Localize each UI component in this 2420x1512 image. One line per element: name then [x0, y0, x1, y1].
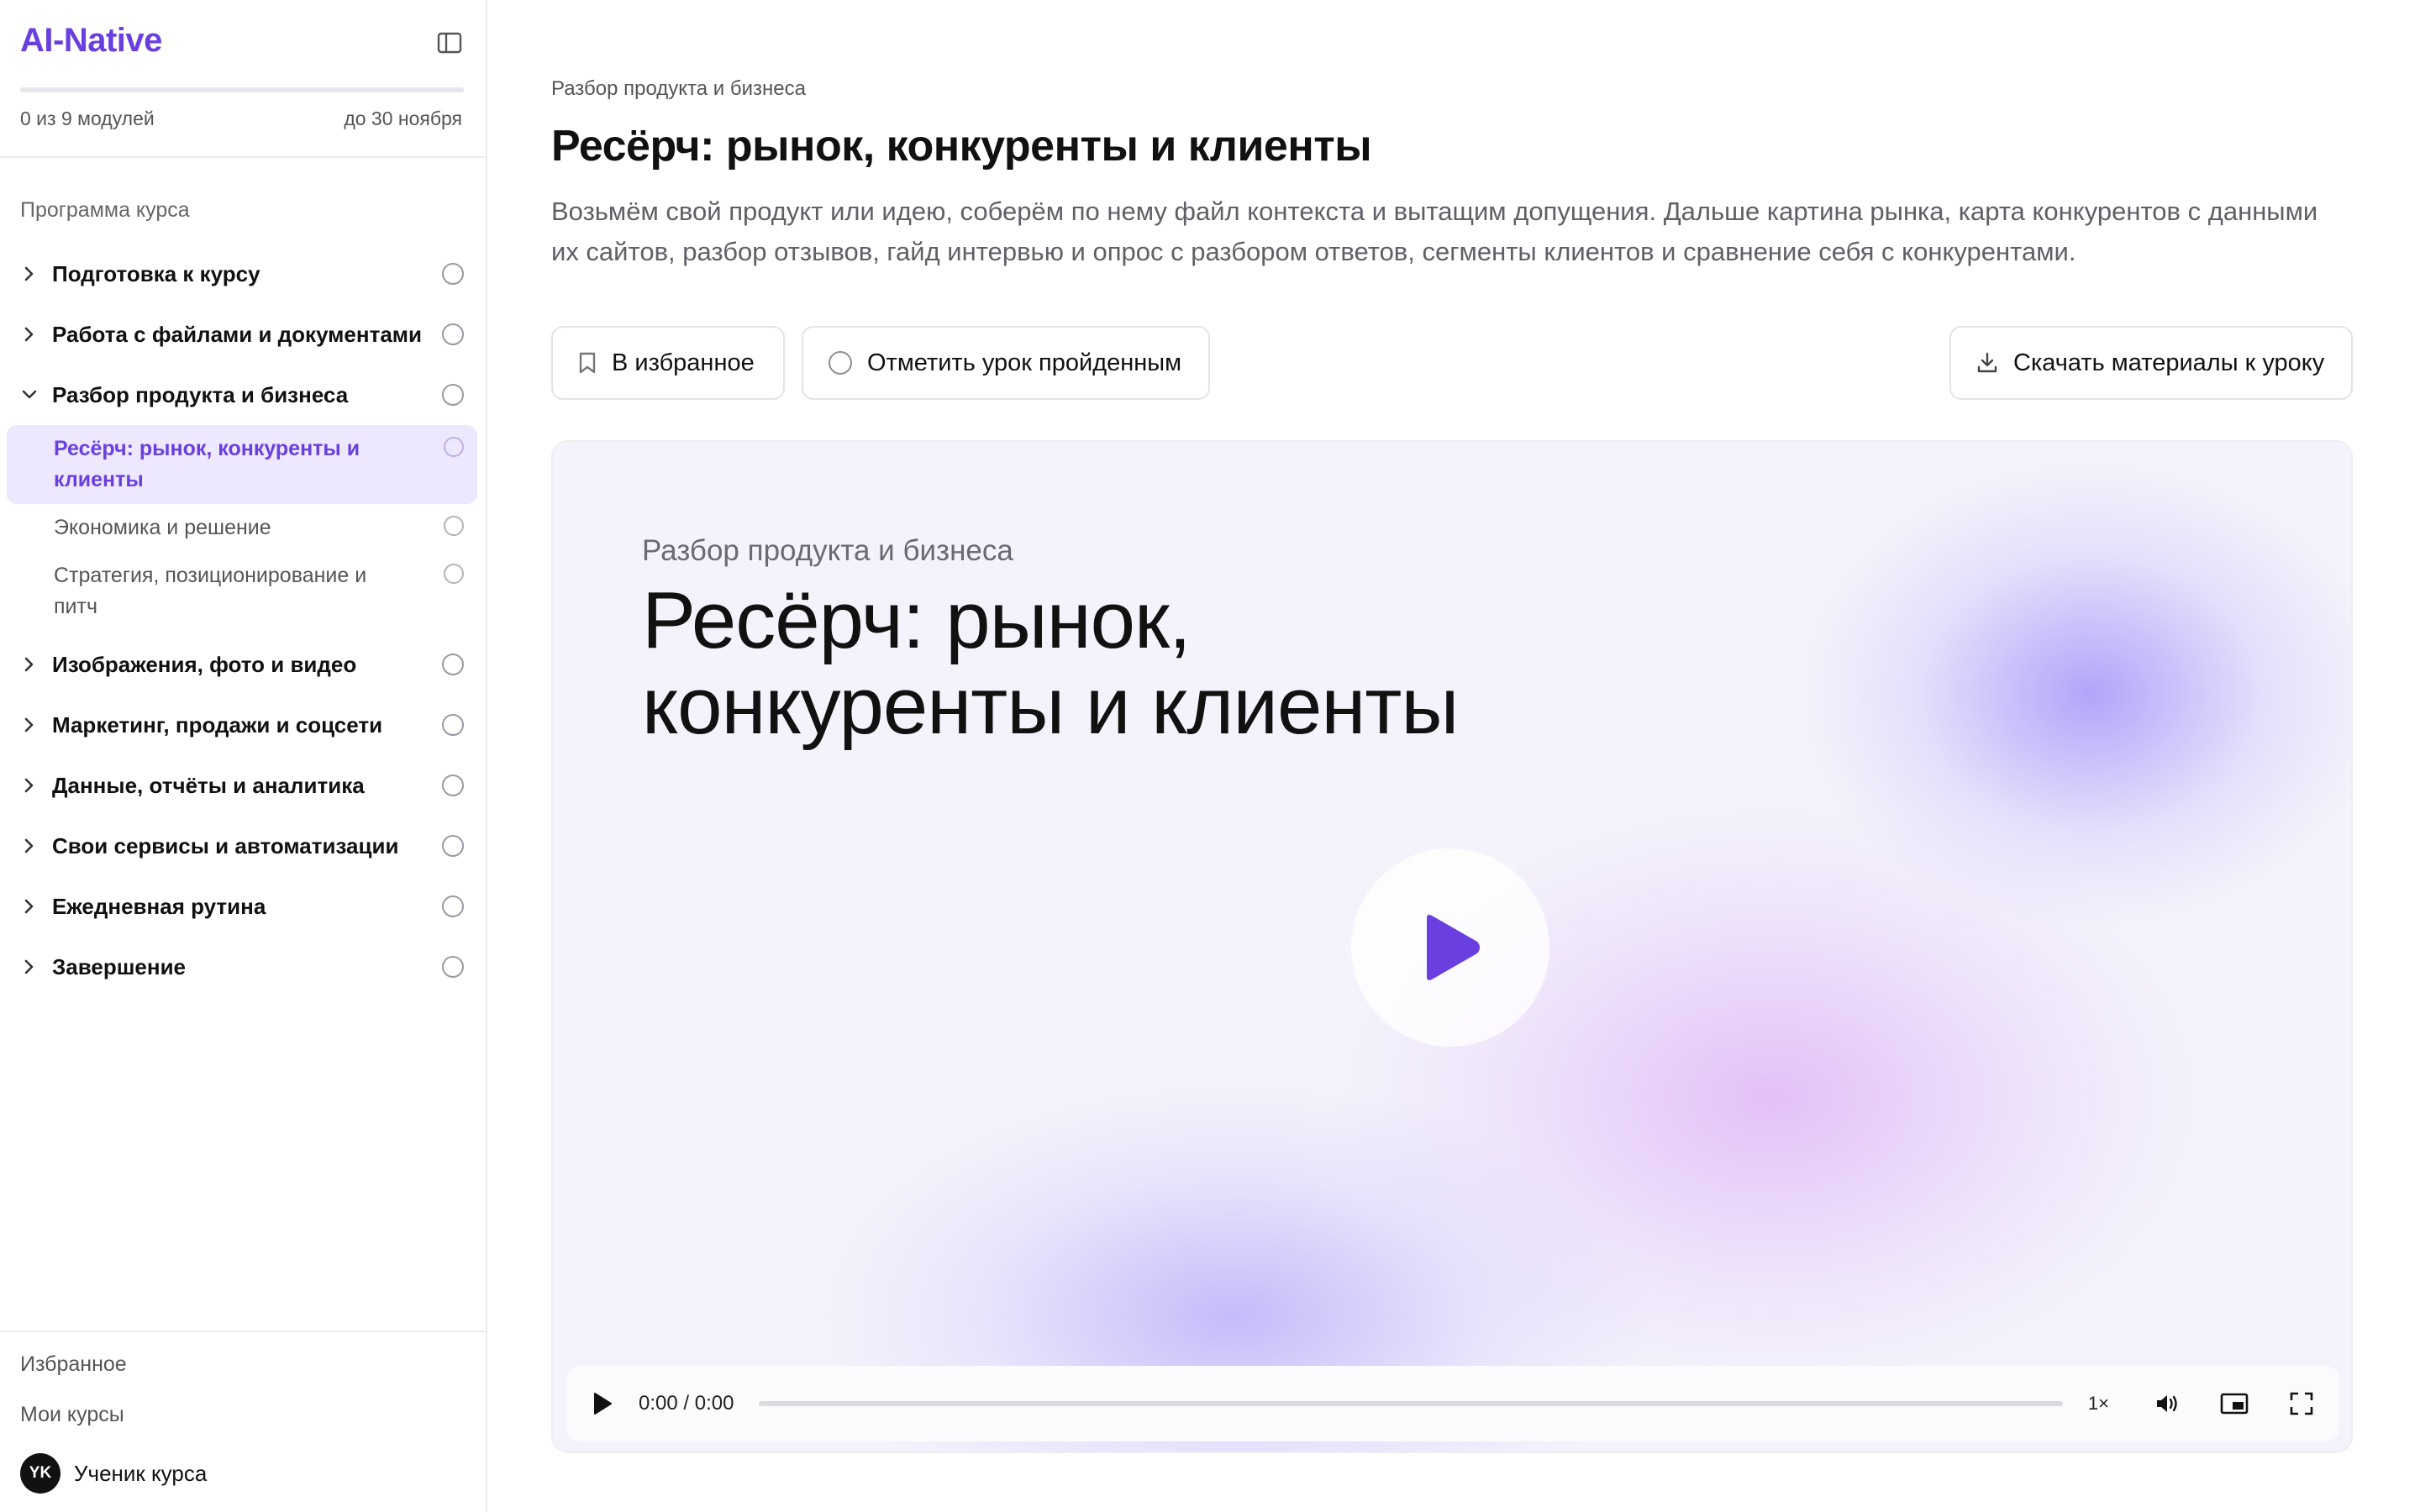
module-label: Подготовка к курсу — [52, 260, 260, 286]
module-status-circle — [442, 263, 464, 285]
lesson-status-circle — [444, 437, 464, 457]
lesson-status-circle — [444, 564, 464, 584]
lesson-label: Стратегия, позиционирование и питч — [54, 564, 367, 618]
circle-check-icon — [829, 351, 852, 375]
module-item-images-video[interactable]: Изображения, фото и видео — [7, 634, 477, 695]
chevron-right-icon — [7, 898, 52, 915]
sidebar-toggle-button[interactable] — [435, 30, 464, 55]
module-label: Завершение — [52, 953, 187, 979]
module-status-circle — [442, 714, 464, 736]
module-status-circle — [442, 384, 464, 406]
breadcrumb[interactable]: Разбор продукта и бизнеса — [551, 77, 806, 101]
module-item-marketing[interactable]: Маркетинг, продажи и соцсети — [7, 695, 477, 755]
module-item-services-automation[interactable]: Свои сервисы и автоматизации — [7, 816, 477, 876]
module-label: Изображения, фото и видео — [52, 651, 357, 677]
module-label: Данные, отчёты и аналитика — [52, 772, 365, 798]
favorites-link[interactable]: Избранное — [20, 1352, 127, 1377]
video-controls-bar: 0:00 / 0:00 1× — [566, 1366, 2339, 1441]
chevron-right-icon — [7, 837, 52, 854]
fullscreen-button[interactable] — [2289, 1391, 2314, 1416]
module-status-circle — [442, 654, 464, 675]
avatar: YK — [20, 1453, 60, 1494]
video-cover-title: Ресёрч: рынок, конкуренты и клиенты — [642, 578, 1734, 749]
video-seek-bar[interactable] — [759, 1401, 2063, 1406]
program-section-label: Программа курса — [20, 198, 190, 222]
playback-speed-button[interactable]: 1× — [2088, 1393, 2109, 1415]
chevron-right-icon — [7, 958, 52, 975]
module-label: Ежедневная рутина — [52, 893, 266, 919]
divider — [0, 156, 486, 158]
sidebar: AI-Native 0 из 9 модулей до 30 ноября Пр… — [0, 0, 487, 1512]
bookmark-icon — [579, 352, 596, 374]
lesson-status-circle — [444, 516, 464, 536]
add-to-favorites-button[interactable]: В избранное — [551, 326, 785, 400]
module-status-circle — [442, 774, 464, 796]
video-cover-title-line: конкуренты и клиенты — [642, 661, 1459, 751]
course-program-list: Подготовка к курсу Работа с файлами и до… — [7, 244, 477, 997]
lesson-item-economics[interactable]: Экономика и решение — [7, 504, 477, 552]
progress-deadline: до 30 ноября — [344, 108, 462, 129]
user-name: Ученик курса — [74, 1460, 208, 1486]
volume-button[interactable] — [2154, 1393, 2180, 1415]
page-title: Ресёрч: рынок, конкуренты и клиенты — [551, 122, 1372, 171]
module-item-files-documents[interactable]: Работа с файлами и документами — [7, 304, 477, 365]
module-label: Работа с файлами и документами — [52, 321, 422, 347]
download-materials-label: Скачать материалы к уроку — [2013, 349, 2325, 376]
brand-logo[interactable]: AI-Native — [20, 22, 162, 60]
video-cover-kicker: Разбор продукта и бизнеса — [642, 534, 1013, 567]
module-label: Разбор продукта и бизнеса — [52, 381, 349, 407]
chevron-right-icon — [7, 656, 52, 673]
video-player[interactable]: Разбор продукта и бизнеса Ресёрч: рынок,… — [551, 440, 2353, 1453]
picture-in-picture-button[interactable] — [2220, 1392, 2249, 1415]
picture-in-picture-icon — [2220, 1393, 2249, 1415]
sidebar-panel-icon — [437, 32, 462, 54]
module-label: Свои сервисы и автоматизации — [52, 832, 399, 858]
module-item-completion[interactable]: Завершение — [7, 937, 477, 997]
module-label: Маркетинг, продажи и соцсети — [52, 711, 383, 738]
play-icon — [594, 1393, 612, 1415]
course-progress-bar — [20, 87, 464, 92]
divider — [0, 1331, 486, 1332]
lesson-label: Экономика и решение — [54, 516, 271, 539]
video-time: 0:00 / 0:00 — [639, 1392, 734, 1415]
module-item-product-business[interactable]: Разбор продукта и бизнеса — [7, 365, 477, 425]
lesson-item-strategy[interactable]: Стратегия, позиционирование и питч — [7, 552, 477, 631]
play-icon — [1427, 915, 1480, 980]
module-item-data-analytics[interactable]: Данные, отчёты и аналитика — [7, 755, 477, 816]
module-status-circle — [442, 323, 464, 345]
chevron-right-icon — [7, 265, 52, 282]
volume-icon — [2157, 1395, 2177, 1412]
user-profile[interactable]: YK Ученик курса — [20, 1453, 207, 1494]
fullscreen-icon — [2290, 1392, 2313, 1415]
mark-lesson-done-button[interactable]: Отметить урок пройденным — [802, 326, 1210, 400]
progress-count: 0 из 9 модулей — [20, 108, 155, 129]
chevron-right-icon — [7, 717, 52, 733]
control-play-button[interactable] — [592, 1391, 613, 1416]
module-item-daily-routine[interactable]: Ежедневная рутина — [7, 876, 477, 937]
add-to-favorites-label: В избранное — [612, 349, 755, 376]
module-status-circle — [442, 956, 464, 978]
download-materials-button[interactable]: Скачать материалы к уроку — [1949, 326, 2353, 400]
lesson-item-research[interactable]: Ресёрч: рынок, конкуренты и клиенты — [7, 425, 477, 504]
video-cover-title-line: Ресёрч: рынок, — [642, 575, 1192, 665]
chevron-down-icon — [7, 388, 52, 402]
lesson-description: Возьмём свой продукт или идею, соберём п… — [551, 197, 2318, 266]
module-item-preparation[interactable]: Подготовка к курсу — [7, 244, 477, 304]
gradient-blob — [1797, 459, 2351, 929]
chevron-right-icon — [7, 326, 52, 343]
module-status-circle — [442, 895, 464, 917]
video-play-button[interactable] — [1351, 848, 1549, 1047]
lesson-label: Ресёрч: рынок, конкуренты и клиенты — [54, 437, 360, 491]
download-icon — [1977, 352, 1997, 373]
chevron-right-icon — [7, 777, 52, 794]
module-status-circle — [442, 835, 464, 857]
my-courses-link[interactable]: Мои курсы — [20, 1403, 124, 1427]
mark-lesson-done-label: Отметить урок пройденным — [867, 349, 1182, 376]
